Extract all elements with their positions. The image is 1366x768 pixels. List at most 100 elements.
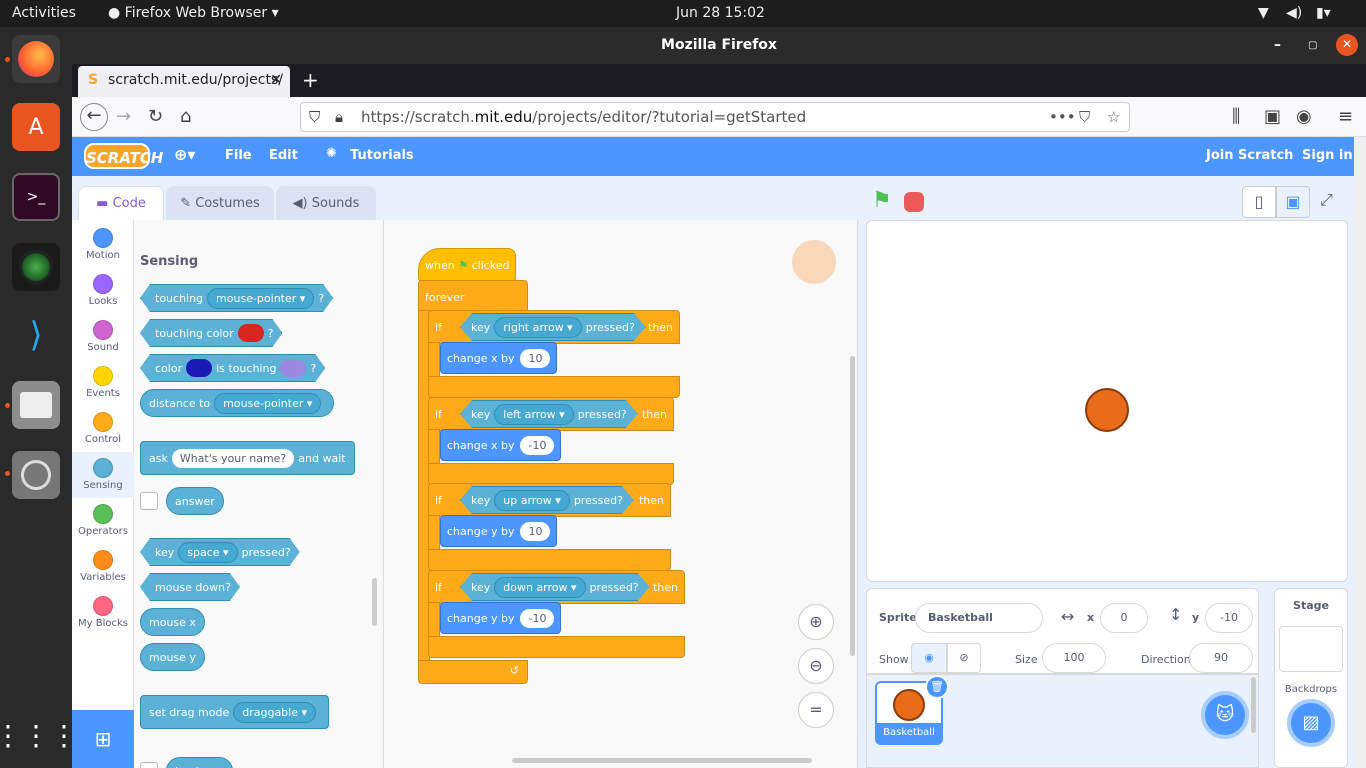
key-pressed-condition[interactable]: key down arrow ▾ pressed?: [460, 573, 650, 601]
drag-dropdown[interactable]: draggable ▾: [233, 701, 317, 723]
key-pressed-condition[interactable]: key right arrow ▾ pressed?: [460, 313, 646, 341]
key-pressed-condition[interactable]: key up arrow ▾ pressed?: [460, 486, 634, 514]
key-pressed-condition[interactable]: key left arrow ▾ pressed?: [460, 400, 638, 428]
value-input[interactable]: -10: [520, 435, 555, 455]
close-window-icon[interactable]: ✕: [1336, 34, 1358, 56]
show-apps-icon[interactable]: ⋮⋮⋮: [0, 711, 78, 759]
backdrop-thumbnail[interactable]: [1279, 626, 1343, 672]
new-tab-icon[interactable]: +: [302, 68, 319, 92]
change-block[interactable]: change y by 10: [440, 515, 558, 547]
language-globe-icon[interactable]: ⊕▾: [174, 145, 195, 164]
size-field[interactable]: 100: [1042, 643, 1106, 673]
value-input[interactable]: -10: [520, 608, 555, 628]
home-icon[interactable]: ⌂: [180, 106, 191, 127]
change-block[interactable]: change x by -10: [440, 429, 562, 461]
sprite-name-field[interactable]: Basketball: [915, 603, 1043, 633]
clock[interactable]: Jun 28 15:02: [676, 5, 765, 21]
wifi-icon[interactable]: ▼: [1258, 5, 1269, 21]
category-variables[interactable]: Variables: [72, 544, 134, 590]
color-swatch[interactable]: [238, 324, 264, 342]
change-block[interactable]: change y by -10: [440, 602, 562, 634]
category-motion[interactable]: Motion: [72, 222, 134, 268]
key-pressed-block[interactable]: key space ▾ pressed?: [140, 538, 300, 566]
x-field[interactable]: 0: [1100, 603, 1148, 633]
set-drag-mode-block[interactable]: set drag mode draggable ▾: [140, 695, 330, 729]
shield-icon[interactable]: ⛉: [309, 103, 320, 131]
zoom-out-button[interactable]: ⊖: [798, 648, 834, 684]
fullscreen-icon[interactable]: ⤢: [1320, 190, 1333, 210]
value-input[interactable]: 10: [520, 521, 551, 541]
answer-block[interactable]: answer: [166, 487, 224, 515]
key-dropdown[interactable]: down arrow ▾: [494, 577, 585, 598]
choose-backdrop-icon[interactable]: ▨: [1287, 699, 1335, 747]
page-scrollbar[interactable]: [1354, 137, 1366, 768]
volume-icon[interactable]: ◀): [1286, 5, 1302, 21]
back-icon[interactable]: ←: [80, 103, 108, 131]
key-dropdown[interactable]: left arrow ▾: [494, 404, 573, 425]
category-looks[interactable]: Looks: [72, 268, 134, 314]
category-sensing[interactable]: Sensing: [72, 452, 134, 498]
category-control[interactable]: Control: [72, 406, 134, 452]
touching-block[interactable]: touching mouse-pointer ▾?: [140, 284, 333, 312]
battery-icon[interactable]: ▮▾: [1316, 5, 1331, 21]
forever-block[interactable]: forever: [418, 280, 528, 312]
tutorials-menu[interactable]: Tutorials: [350, 148, 414, 163]
stage-canvas[interactable]: [866, 220, 1348, 582]
mouse-y-block[interactable]: mouse y: [140, 643, 205, 671]
camera-app-icon[interactable]: [12, 243, 60, 291]
palette-scrollbar[interactable]: [372, 578, 377, 626]
key-dropdown[interactable]: right arrow ▾: [494, 317, 581, 338]
tab-sounds[interactable]: ◀) Sounds: [276, 186, 376, 221]
maximize-icon[interactable]: ▢: [1308, 27, 1317, 64]
files-icon[interactable]: [12, 381, 60, 429]
file-menu[interactable]: File: [225, 148, 252, 163]
choose-sprite-icon[interactable]: 🐱︎: [1201, 691, 1249, 739]
firefox-dock-icon[interactable]: [12, 35, 60, 83]
hide-eye-icon[interactable]: ⊘: [947, 643, 981, 673]
sprite-list-scrollbar[interactable]: [1251, 677, 1256, 733]
tab-code[interactable]: ▬ Code: [78, 186, 164, 221]
page-actions-icon[interactable]: •••: [1049, 103, 1076, 131]
large-stage-icon[interactable]: ▣: [1276, 186, 1310, 218]
key-dropdown[interactable]: up arrow ▾: [494, 490, 570, 511]
scratch-logo[interactable]: SCRATCH: [84, 143, 163, 169]
color-is-touching-block[interactable]: color is touching?: [140, 354, 325, 382]
category-sound[interactable]: Sound: [72, 314, 134, 360]
distance-to-block[interactable]: distance to mouse-pointer ▾: [140, 389, 335, 417]
pocket-icon[interactable]: ⛉: [1079, 103, 1090, 131]
basketball-sprite[interactable]: [1085, 388, 1129, 432]
add-extension-button[interactable]: ⊞: [72, 710, 134, 768]
browser-tab[interactable]: S scratch.mit.edu/projects/ ✕: [78, 66, 290, 97]
zoom-in-button[interactable]: ⊕: [798, 604, 834, 640]
touching-color-block[interactable]: touching color?: [140, 319, 282, 347]
answer-checkbox[interactable]: [140, 492, 158, 510]
mouse-down-block[interactable]: mouse down?: [140, 573, 240, 601]
forever-bottom[interactable]: ↺: [418, 660, 528, 684]
sidebar-icon[interactable]: ▣: [1264, 106, 1281, 127]
lock-icon[interactable]: 🔒︎: [335, 103, 343, 131]
url-bar[interactable]: ⛉ 🔒︎ https://scratch.mit.edu/projects/ed…: [300, 102, 1130, 132]
sprite-tile[interactable]: Basketball 🗑︎: [875, 675, 949, 745]
close-tab-icon[interactable]: ✕: [270, 66, 282, 95]
software-center-icon[interactable]: A: [12, 103, 60, 151]
loudness-block[interactable]: loudness: [166, 757, 233, 768]
color-swatch[interactable]: [186, 359, 212, 377]
y-field[interactable]: -10: [1205, 603, 1253, 633]
zoom-reset-button[interactable]: =: [798, 692, 834, 728]
category-operators[interactable]: Operators: [72, 498, 134, 544]
when-flag-clicked-block[interactable]: when ⚑ clicked: [418, 248, 516, 282]
category-events[interactable]: Events: [72, 360, 134, 406]
terminal-icon[interactable]: >_: [12, 173, 60, 221]
workspace-vertical-scrollbar[interactable]: [850, 356, 855, 656]
tab-costumes[interactable]: ✎ Costumes: [166, 186, 274, 221]
reload-icon[interactable]: ↻: [148, 106, 163, 127]
minimize-icon[interactable]: –: [1274, 27, 1281, 64]
workspace-horizontal-scrollbar[interactable]: [512, 758, 812, 763]
mouse-x-block[interactable]: mouse x: [140, 608, 205, 636]
menu-icon[interactable]: ≡: [1338, 106, 1353, 127]
change-block[interactable]: change x by 10: [440, 342, 558, 374]
stop-button[interactable]: [904, 192, 924, 212]
edit-menu[interactable]: Edit: [269, 148, 298, 163]
loudness-checkbox[interactable]: [140, 762, 158, 768]
category-my-blocks[interactable]: My Blocks: [72, 590, 134, 636]
